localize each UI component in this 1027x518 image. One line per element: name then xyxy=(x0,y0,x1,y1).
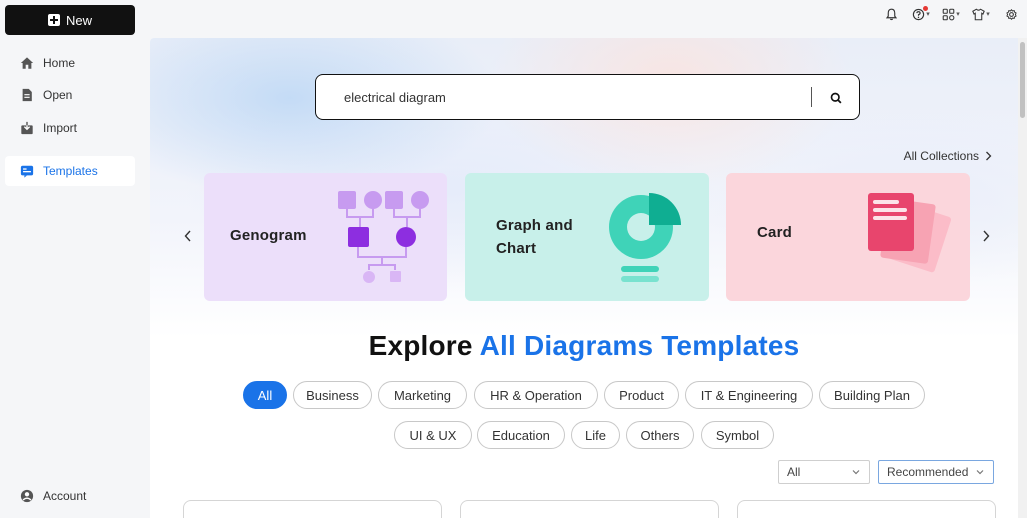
tag-ui-ux[interactable]: UI & UX xyxy=(394,421,472,449)
tag-life[interactable]: Life xyxy=(571,421,620,449)
sidebar-item-label: Import xyxy=(43,121,78,135)
all-collections-label: All Collections xyxy=(903,149,979,163)
sidebar-item-label: Home xyxy=(43,56,76,70)
all-collections-link[interactable]: All Collections xyxy=(904,149,992,163)
chevron-down-icon: ▾ xyxy=(986,11,990,18)
tag-all[interactable]: All xyxy=(243,381,287,409)
sidebar-item-import[interactable]: Import xyxy=(5,113,135,143)
tag-business[interactable]: Business xyxy=(293,381,372,409)
plus-icon xyxy=(47,14,60,26)
sidebar-item-open[interactable]: Open xyxy=(5,80,135,110)
card-title: Genogram xyxy=(230,227,307,244)
type-filter-value: All xyxy=(787,465,801,479)
notifications-button[interactable] xyxy=(881,4,901,24)
search-button[interactable] xyxy=(824,86,848,110)
search-icon xyxy=(830,92,842,104)
sidebar-item-home[interactable]: Home xyxy=(5,48,135,78)
chevron-down-icon: ▾ xyxy=(956,11,960,18)
search-divider xyxy=(811,87,812,107)
template-card[interactable] xyxy=(737,500,996,518)
new-button[interactable]: New xyxy=(5,5,135,35)
document-icon xyxy=(22,88,32,102)
settings-button[interactable] xyxy=(1001,4,1021,24)
scrollbar[interactable] xyxy=(1018,38,1027,518)
chevron-right-icon xyxy=(983,230,990,242)
sidebar: New Home Open Import Templates Account xyxy=(0,0,140,518)
import-icon xyxy=(21,121,33,135)
notification-dot xyxy=(923,6,928,11)
shirt-icon xyxy=(972,8,986,20)
search-input[interactable] xyxy=(316,89,786,105)
tag-it-engineering[interactable]: IT & Engineering xyxy=(685,381,813,409)
apps-icon xyxy=(942,8,955,20)
chevron-left-icon xyxy=(184,230,191,242)
sidebar-item-label: Account xyxy=(43,489,87,503)
card-title: Card xyxy=(757,224,792,241)
tag-building-plan[interactable]: Building Plan xyxy=(819,381,925,409)
templates-icon xyxy=(20,165,34,178)
account-icon xyxy=(20,489,34,503)
explore-prefix: Explore xyxy=(368,330,473,361)
sidebar-item-label: Templates xyxy=(43,164,98,178)
tag-others[interactable]: Others xyxy=(626,421,694,449)
chevron-down-icon xyxy=(976,470,984,475)
apps-button[interactable]: ▾ xyxy=(941,4,961,24)
genogram-illustration xyxy=(338,191,429,283)
scrollbar-thumb[interactable] xyxy=(1020,42,1025,118)
carousel-next-button[interactable] xyxy=(979,226,993,246)
sort-value: Recommended xyxy=(887,465,969,479)
tag-hr-operation[interactable]: HR & Operation xyxy=(474,381,598,409)
search-bar xyxy=(315,74,860,120)
tag-product[interactable]: Product xyxy=(604,381,679,409)
main-content: All Collections Genogram Graph and Ch xyxy=(150,38,1018,518)
type-filter-select[interactable]: All xyxy=(778,460,870,484)
sort-select[interactable]: Recommended xyxy=(878,460,994,484)
template-card[interactable] xyxy=(460,500,719,518)
home-icon xyxy=(20,57,34,69)
collection-card-graph-and-chart[interactable]: Graph and Chart xyxy=(465,173,709,301)
sidebar-item-account[interactable]: Account xyxy=(5,481,135,511)
card-title-line-1: Graph and xyxy=(496,217,573,234)
new-button-label: New xyxy=(65,12,92,28)
card-title: Graph and Chart xyxy=(496,214,573,260)
pie-chart-illustration xyxy=(609,193,681,282)
card-title-line-2: Chart xyxy=(496,240,537,257)
collection-card-genogram[interactable]: Genogram xyxy=(204,173,447,301)
template-card[interactable] xyxy=(183,500,442,518)
carousel-prev-button[interactable] xyxy=(181,226,195,246)
tag-education[interactable]: Education xyxy=(477,421,565,449)
sidebar-item-templates[interactable]: Templates xyxy=(5,156,135,186)
explore-accent: All Diagrams Templates xyxy=(479,330,800,361)
bell-icon xyxy=(885,8,897,20)
top-toolbar: ▾ ▾ ▾ xyxy=(881,4,1027,24)
tag-marketing[interactable]: Marketing xyxy=(378,381,467,409)
chevron-down-icon: ▾ xyxy=(926,11,930,18)
settings-icon xyxy=(1005,8,1017,20)
collection-card-card[interactable]: Card xyxy=(726,173,970,301)
card-stack-illustration xyxy=(868,193,952,273)
tag-symbol[interactable]: Symbol xyxy=(701,421,774,449)
theme-button[interactable]: ▾ xyxy=(971,4,991,24)
chevron-right-icon xyxy=(986,151,992,161)
chevron-down-icon xyxy=(852,470,860,475)
help-button[interactable]: ▾ xyxy=(911,4,931,24)
explore-heading: Explore All Diagrams Templates xyxy=(150,330,1018,362)
sidebar-item-label: Open xyxy=(43,88,73,102)
